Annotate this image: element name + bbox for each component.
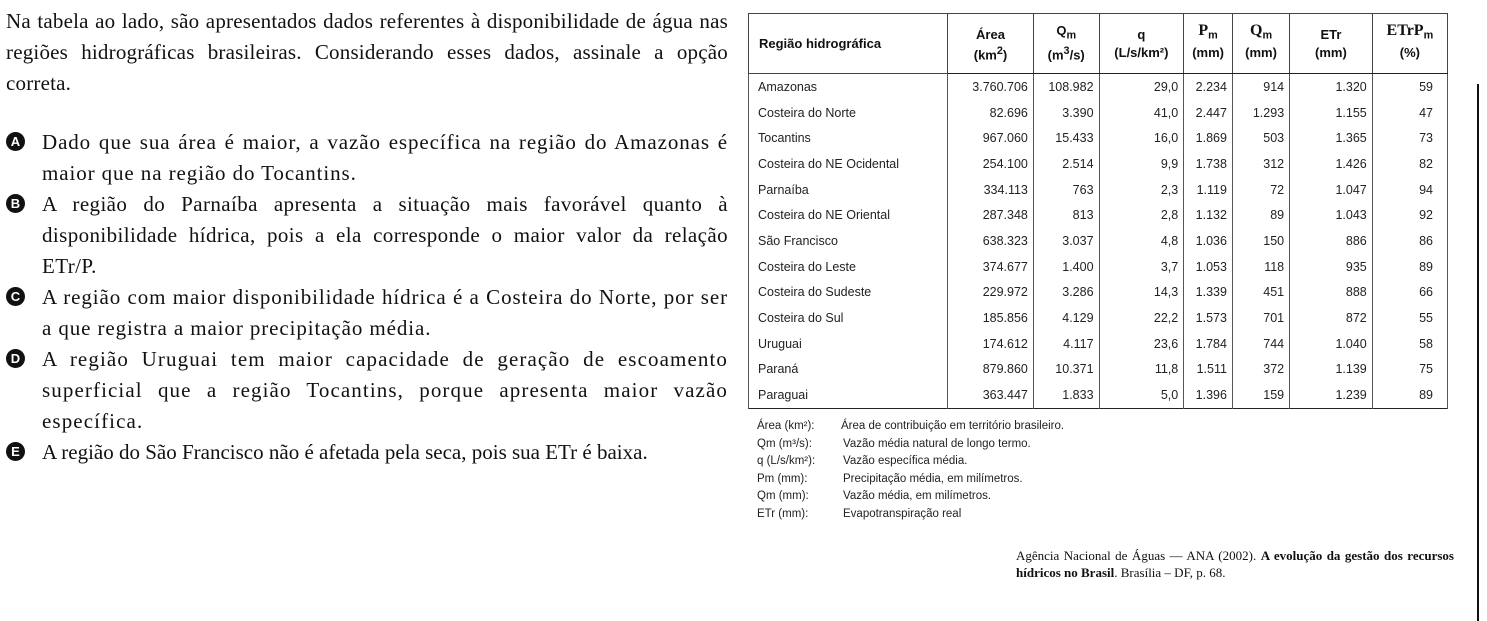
option-e-letter-icon: E	[6, 442, 25, 461]
header-qm: Qm	[1032, 13, 1100, 43]
source-citation: Agência Nacional de Águas — ANA (2002). …	[1016, 548, 1454, 580]
header-qm-mm: Qm	[1231, 13, 1291, 43]
hydro-regions-table: Região hidrográfica Área Qm q Pm Qm ETr …	[747, 13, 1449, 409]
data-table-container: Região hidrográfica Área Qm q Pm Qm ETr …	[747, 13, 1449, 409]
option-c[interactable]: C A região com maior disponibilidade híd…	[6, 282, 728, 344]
option-a-text: Dado que sua área é maior, a vazão espec…	[42, 130, 728, 185]
table-row: Paraná 879.860 10.371 11,8 1.511 372 1.139 75	[747, 356, 1449, 383]
legend-item: Área (km²): Área de contribuição em terri…	[757, 420, 1065, 432]
table-row: Costeira do Sudeste 229.972 3.286 14,3 1.339…	[747, 279, 1449, 306]
option-e[interactable]: E A região do São Francisco não é afetad…	[6, 437, 728, 468]
header-q: q	[1098, 13, 1185, 43]
table-row: Costeira do Leste 374.677 1.400 3,7 1.053 118…	[747, 253, 1449, 280]
header-etr-unit: (mm)	[1289, 43, 1373, 74]
legend-item: ETr (mm): Evapotranspiração real	[757, 507, 962, 520]
table-row: Paraguai 363.447 1.833 5,0 1.396 159 1.239 89	[747, 382, 1449, 409]
option-b-letter-icon: B	[6, 194, 25, 213]
table-row: Costeira do Norte 82.696 3.390 41,0 2.447 1.2…	[747, 99, 1449, 126]
option-d[interactable]: D A região Uruguai tem maior capacidade …	[6, 344, 728, 437]
legend-item: q (L/s/km²): Vazão específica média.	[757, 455, 968, 467]
legend-item: Qm (mm): Vazão média, em milímetros.	[757, 490, 992, 502]
table-row: Amazonas 3.760.706 108.982 29,0 2.234 914 1.32…	[747, 73, 1449, 100]
page-edge-rule	[1477, 84, 1479, 621]
header-qm-mm-unit: (mm)	[1231, 43, 1291, 74]
table-row: Costeira do Sul 185.856 4.129 22,2 1.573 701 8…	[747, 305, 1449, 331]
table-row: São Francisco 638.323 3.037 4,8 1.036 150 886 8…	[747, 228, 1449, 254]
header-etrpm: ETrPm	[1371, 13, 1449, 43]
answer-options: A Dado que sua área é maior, a vazão esp…	[6, 127, 728, 468]
question: Na tabela ao lado, são apresentados dado…	[6, 6, 728, 468]
option-d-text: A região Uruguai tem maior capacidade de…	[42, 347, 728, 433]
table-row: Tocantins 967.060 15.433 16,0 1.869 503 1.365 7…	[747, 125, 1449, 152]
header-etrpm-unit: (%)	[1371, 43, 1449, 74]
header-etr: ETr	[1289, 13, 1373, 43]
table-row: Costeira do NE Oriental 287.348 813 2,8 1.13…	[747, 202, 1449, 229]
header-area: Área	[947, 13, 1034, 43]
table-legend: Área (km²): Área de contribuição em terri…	[757, 418, 1064, 523]
option-a[interactable]: A Dado que sua área é maior, a vazão esp…	[6, 127, 728, 189]
option-d-letter-icon: D	[6, 349, 25, 368]
header-pm-unit: (mm)	[1183, 43, 1233, 74]
option-a-letter-icon: A	[6, 132, 25, 151]
legend-item: Qm (m³/s): Vazão média natural de longo t…	[757, 437, 1031, 450]
option-b-text: A região do Parnaíba apresenta a situaçã…	[42, 192, 728, 278]
header-q-unit: (L/s/km²)	[1098, 43, 1185, 74]
header-qm-unit: (m3/s)	[1032, 43, 1100, 74]
option-b[interactable]: B A região do Parnaíba apresenta a situa…	[6, 189, 728, 282]
table-row: Parnaíba 334.113 763 2,3 1.119 72 1.047 94	[747, 176, 1449, 203]
option-e-text: A região do São Francisco não é afetada …	[42, 440, 648, 464]
header-pm: Pm	[1183, 13, 1233, 43]
question-stem: Na tabela ao lado, são apresentados dado…	[6, 9, 728, 95]
header-region: Região hidrográfica	[747, 13, 949, 74]
option-c-letter-icon: C	[6, 287, 25, 306]
table-row: Uruguai 174.612 4.117 23,6 1.784 744 1.040 58	[747, 330, 1449, 357]
option-c-text: A região com maior disponibilidade hídri…	[42, 285, 728, 340]
header-area-unit: (km2)	[947, 43, 1034, 74]
table-row: Costeira do NE Ocidental 254.100 2.514 9,9 1…	[747, 151, 1449, 177]
legend-item: Pm (mm): Precipitação média, em milímetro…	[757, 472, 1023, 485]
